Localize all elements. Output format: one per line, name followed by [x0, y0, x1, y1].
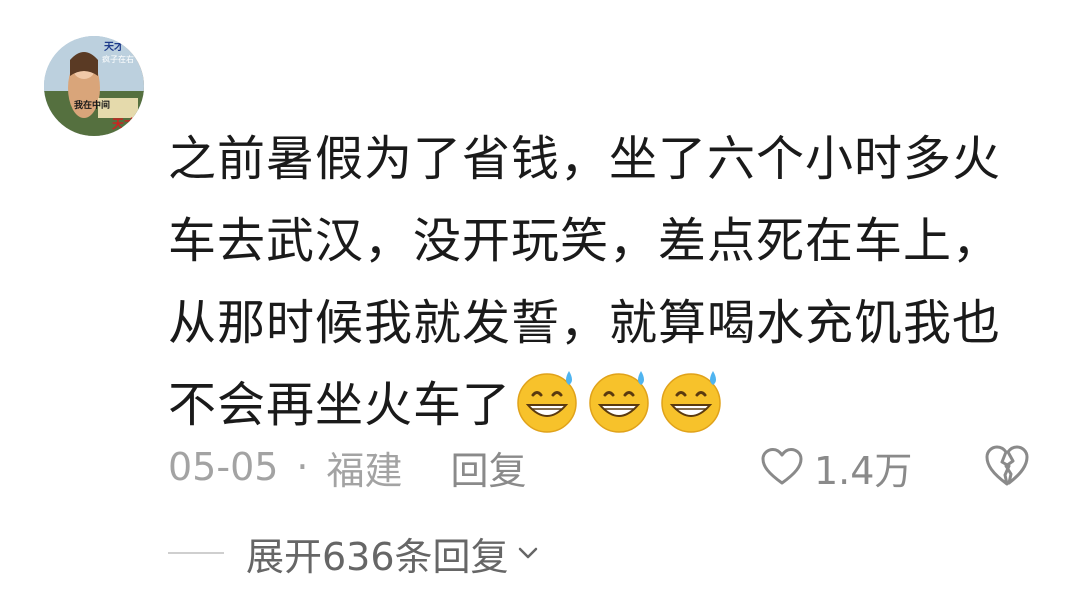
chevron-down-icon	[518, 547, 537, 559]
expand-divider	[168, 552, 224, 554]
user-avatar[interactable]: 天才 疯子在右 我在中间 天才	[44, 36, 144, 136]
expand-replies-label: 展开636条回复	[246, 534, 509, 579]
meta-separator: ·	[296, 445, 309, 489]
broken-heart-icon	[985, 445, 1029, 486]
grinning-sweat-emoji	[657, 365, 727, 435]
reply-button[interactable]: 回复	[451, 440, 527, 495]
avatar-text-3: 我在中间	[74, 99, 110, 111]
comment-body: 之前暑假为了省钱，坐了六个小时多火车去武汉，没开玩笑，差点死在车上，从那时候我就…	[168, 118, 1048, 446]
expand-replies-button[interactable]: 展开636条回复	[168, 525, 541, 581]
comment-meta: 05-05 · 福建 回复	[168, 440, 527, 494]
avatar-image: 天才 疯子在右 我在中间 天才	[44, 36, 144, 136]
comment-date: 05-05	[168, 445, 279, 489]
avatar-text-top: 天才	[104, 40, 124, 53]
grinning-sweat-emoji	[513, 365, 583, 435]
like-button[interactable]: 1.4万	[760, 440, 912, 494]
like-count: 1.4万	[814, 448, 913, 493]
avatar-text-4: 天才	[112, 116, 136, 131]
dislike-button[interactable]	[984, 444, 1030, 488]
grinning-sweat-emoji	[585, 365, 655, 435]
comment-location: 福建	[326, 448, 403, 493]
avatar-text-2: 疯子在右	[102, 54, 134, 64]
heart-outline-icon	[761, 448, 803, 485]
